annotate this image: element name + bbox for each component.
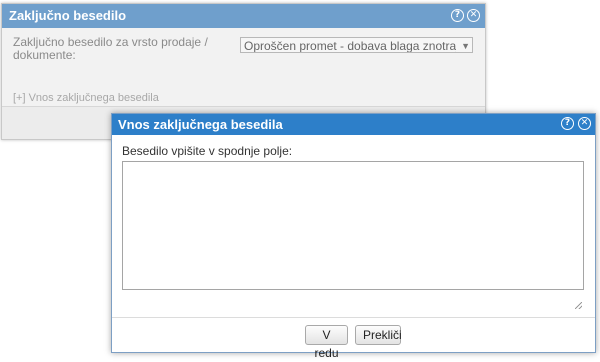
closing-text-entry-dialog: Vnos zaključnega besedila ? ✕ Besedilo v… (111, 113, 596, 360)
help-icon[interactable]: ? (451, 9, 464, 22)
add-closing-text-link[interactable]: [+] Vnos zaključnega besedila (13, 92, 159, 104)
sales-type-select[interactable]: Oproščen promet - dobava blaga znotraj E… (240, 37, 473, 53)
dialog-footer: V redu Prekliči (112, 317, 595, 360)
dialog-titlebar: Vnos zaključnega besedila ? ✕ (112, 114, 595, 135)
background-dialog-title-icons: ? ✕ (451, 9, 480, 22)
instruction-label: Besedilo vpišite v spodnje polje: (122, 144, 293, 158)
dialog-title-icons: ? ✕ (561, 117, 591, 130)
cancel-button[interactable]: Prekliči (355, 325, 402, 345)
background-dialog-titlebar: Zaključno besedilo ? ✕ (2, 4, 485, 28)
background-dialog-body: Zaključno besedilo za vrsto prodaje / do… (2, 28, 485, 106)
closing-text-textarea[interactable] (122, 161, 584, 290)
chevron-down-icon: ▼ (461, 41, 470, 51)
help-icon[interactable]: ? (561, 117, 574, 130)
close-icon[interactable]: ✕ (578, 117, 591, 130)
dialog-title: Vnos zaključnega besedila (118, 117, 283, 132)
closing-text-type-label: Zaključno besedilo za vrsto prodaje / do… (13, 35, 208, 62)
resize-grip-icon[interactable] (575, 302, 582, 309)
dialog-body: Besedilo vpišite v spodnje polje: (112, 135, 595, 317)
background-dialog-title: Zaključno besedilo (9, 8, 127, 23)
close-icon[interactable]: ✕ (467, 9, 480, 22)
sales-type-select-value: Oproščen promet - dobava blaga znotraj E… (244, 39, 456, 53)
ok-button[interactable]: V redu (305, 325, 348, 360)
